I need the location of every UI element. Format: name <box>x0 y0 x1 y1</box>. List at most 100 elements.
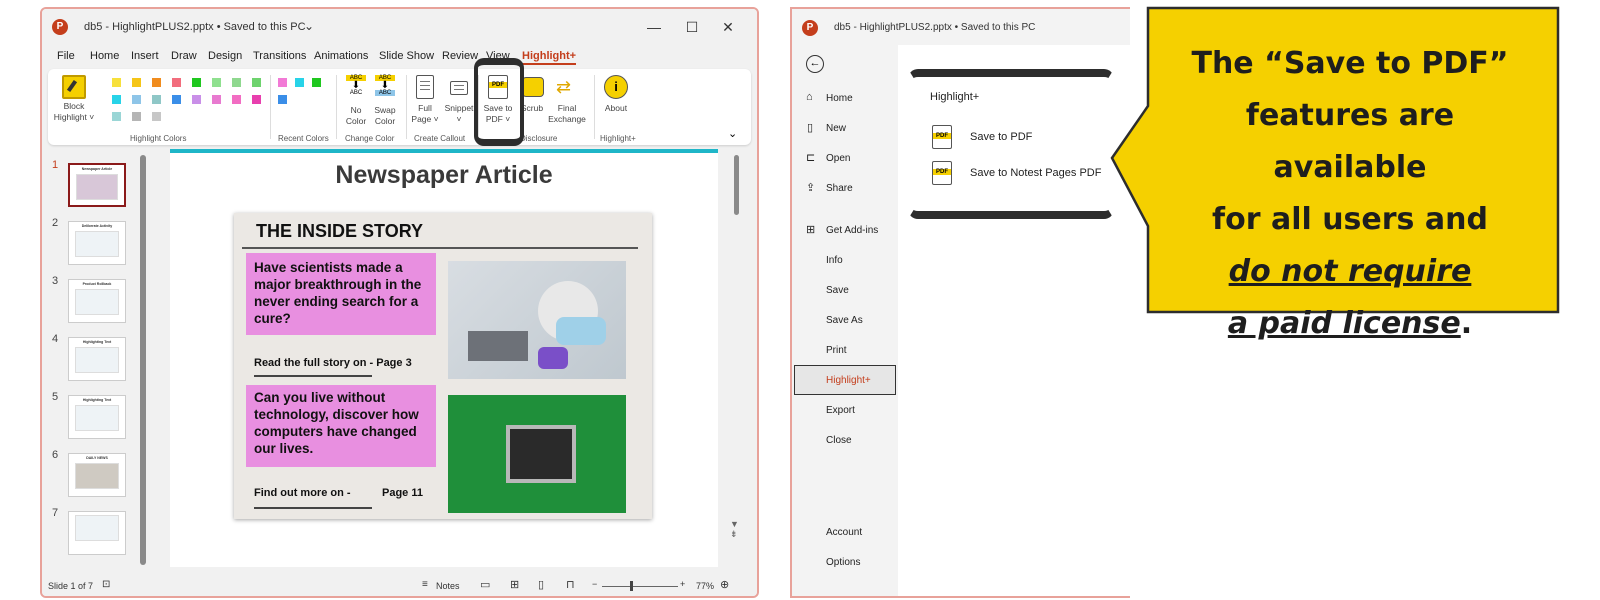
zoom-level[interactable]: 77% <box>696 581 714 591</box>
nav-close[interactable]: Close <box>826 435 852 446</box>
color-swatch[interactable] <box>172 78 181 87</box>
color-swatch[interactable] <box>192 95 201 104</box>
recent-color-swatch[interactable] <box>312 78 321 87</box>
notes-icon[interactable]: ≡ <box>422 579 428 590</box>
color-swatch[interactable] <box>132 78 141 87</box>
color-swatch[interactable] <box>192 78 201 87</box>
maximize-button[interactable]: ☐ <box>682 19 702 36</box>
tab-insert[interactable]: Insert <box>131 50 159 62</box>
color-swatch[interactable] <box>132 112 141 121</box>
full-page-button[interactable]: Full Page ˅ <box>410 103 440 125</box>
thumbnail-title: Product Rollback <box>82 282 112 286</box>
exchange-icon[interactable]: ⇄ <box>556 77 571 97</box>
save-to-pdf-option[interactable]: Save to PDF <box>970 131 1032 143</box>
tab-file[interactable]: File <box>57 50 75 62</box>
nav-new[interactable]: New <box>826 123 846 134</box>
recent-color-swatch[interactable] <box>278 78 287 87</box>
nav-options[interactable]: Options <box>826 557 860 568</box>
highlighter-icon[interactable] <box>62 75 86 99</box>
color-swatch[interactable] <box>152 95 161 104</box>
chevron-down-icon[interactable]: ⌄ <box>304 19 314 33</box>
color-swatch[interactable] <box>252 78 261 87</box>
add-ins-icon: ⊞ <box>806 224 816 236</box>
minimize-button[interactable]: — <box>644 19 664 35</box>
slide-thumbnail[interactable]: Product Rollback <box>68 279 126 323</box>
back-arrow-icon[interactable]: ← <box>806 55 824 73</box>
color-swatch[interactable] <box>232 95 241 104</box>
nav-export[interactable]: Export <box>826 405 855 416</box>
color-swatch[interactable] <box>212 78 221 87</box>
tab-animations[interactable]: Animations <box>314 50 368 62</box>
accessibility-icon[interactable]: ⊡ <box>102 579 110 590</box>
tab-transitions[interactable]: Transitions <box>253 50 306 62</box>
nav-print[interactable]: Print <box>826 345 847 356</box>
slide-thumbnail[interactable]: DAILY NEWS <box>68 453 126 497</box>
close-button[interactable]: ✕ <box>718 19 738 36</box>
color-swatch[interactable] <box>172 95 181 104</box>
zoom-slider-handle[interactable] <box>630 581 633 591</box>
fit-to-window-icon[interactable]: ⊕ <box>720 578 729 591</box>
swap-color-icon[interactable]: ABC ⬇ ABC <box>375 75 395 101</box>
slide-sorter-icon[interactable]: ⊞ <box>510 578 519 591</box>
recent-color-swatch[interactable] <box>278 95 287 104</box>
snippet-button[interactable]: Snippet ˅ <box>442 103 476 125</box>
no-color-icon[interactable]: ABC ⬇ ABC <box>346 75 366 101</box>
swap-color-button[interactable]: Swap Color <box>369 105 401 127</box>
slide-thumbnail[interactable]: Highlighting Text <box>68 337 126 381</box>
tab-slide-show[interactable]: Slide Show <box>379 50 434 62</box>
recent-color-swatch[interactable] <box>295 78 304 87</box>
thumbnail-scrollbar[interactable] <box>140 155 146 565</box>
color-swatch[interactable] <box>112 95 121 104</box>
block-highlight-button[interactable]: Block Highlight ˅ <box>52 101 96 123</box>
newspaper-image[interactable]: THE INSIDE STORY Have scientists made a … <box>234 213 652 519</box>
color-swatch[interactable] <box>132 95 141 104</box>
collapse-ribbon-icon[interactable]: ⌄ <box>728 127 737 140</box>
color-swatch[interactable] <box>252 95 261 104</box>
tab-draw[interactable]: Draw <box>171 50 197 62</box>
final-exchange-button[interactable]: Final Exchange <box>546 103 588 125</box>
color-swatch[interactable] <box>112 112 121 121</box>
notes-button[interactable]: Notes <box>436 581 460 591</box>
window-title[interactable]: db5 - HighlightPLUS2.pptx • Saved to thi… <box>84 21 306 33</box>
callout-line-1: The “Save to PDF” <box>1191 46 1509 81</box>
no-color-button[interactable]: No Color <box>341 105 371 127</box>
nav-get-add-ins[interactable]: Get Add-ins <box>826 225 878 236</box>
color-swatch[interactable] <box>112 78 121 87</box>
tab-review[interactable]: Review <box>442 50 478 62</box>
info-icon[interactable]: i <box>604 75 628 99</box>
nav-share[interactable]: Share <box>826 183 853 194</box>
zoom-slider[interactable] <box>602 586 678 587</box>
full-page-icon[interactable] <box>416 75 434 99</box>
nav-highlight-plus[interactable]: Highlight+ <box>826 375 871 386</box>
about-button[interactable]: About <box>596 103 636 114</box>
tab-highlight-plus[interactable]: Highlight+ <box>522 50 577 65</box>
slide-thumbnail[interactable]: Newspaper Article <box>68 163 126 207</box>
nav-open[interactable]: Open <box>826 153 850 164</box>
tab-home[interactable]: Home <box>90 50 119 62</box>
slide-title[interactable]: Newspaper Article <box>170 161 718 190</box>
zoom-out-button[interactable]: − <box>592 579 597 589</box>
normal-view-icon[interactable]: ▭ <box>480 578 490 591</box>
nav-home[interactable]: Home <box>826 93 853 104</box>
zoom-in-button[interactable]: + <box>680 579 685 589</box>
slideshow-icon[interactable]: ⊓ <box>566 578 575 591</box>
next-slide-icon[interactable]: ▼ ⇟ <box>730 519 739 539</box>
slide-thumbnail[interactable]: Highlighting Text <box>68 395 126 439</box>
color-swatch[interactable] <box>152 78 161 87</box>
slide-thumbnail[interactable] <box>68 511 126 555</box>
slide-scrollbar[interactable] <box>734 155 739 215</box>
tab-design[interactable]: Design <box>208 50 242 62</box>
nav-account[interactable]: Account <box>826 527 862 538</box>
nav-info[interactable]: Info <box>826 255 843 266</box>
reading-view-icon[interactable]: ▯ <box>538 578 544 591</box>
save-to-notes-pages-pdf-option[interactable]: Save to Notest Pages PDF <box>970 167 1101 179</box>
snippet-icon[interactable] <box>450 81 468 95</box>
color-swatch[interactable] <box>212 95 221 104</box>
folder-icon: ⊏ <box>806 152 816 164</box>
slide-thumbnail[interactable]: Deliberate Activity <box>68 221 126 265</box>
color-swatch[interactable] <box>152 112 161 121</box>
nav-save-as[interactable]: Save As <box>826 315 863 326</box>
nav-save[interactable]: Save <box>826 285 849 296</box>
scrub-icon[interactable] <box>522 77 544 97</box>
color-swatch[interactable] <box>232 78 241 87</box>
